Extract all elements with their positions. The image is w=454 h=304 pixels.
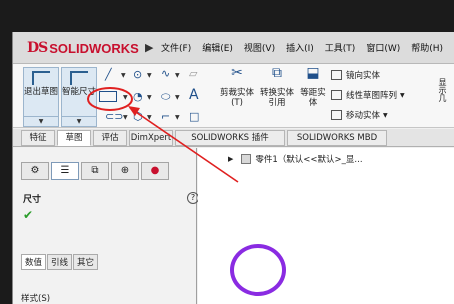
polygon-icon[interactable]: ⬡ (133, 110, 143, 123)
ok-check-icon[interactable]: ✔ (23, 208, 33, 222)
mirror-icon (331, 70, 342, 80)
tab-solidworks-addins[interactable]: SOLIDWORKS 插件 (175, 130, 285, 146)
move-entities-button[interactable]: 移动实体 ▼ (331, 109, 388, 121)
part-label: 零件1（默认<<默认>_显... (255, 155, 363, 165)
menu-insert[interactable]: 插入(I) (286, 41, 314, 54)
feature-tree-part[interactable]: ▶ 零件1（默认<<默认>_显... (228, 153, 363, 165)
ds-logo-mark: DS (27, 40, 48, 56)
exit-sketch-label: 退出草图 (24, 87, 59, 97)
command-manager-ribbon: 退出草图 ▼ 智能尺寸 ▼ ╱ ▼ ⊙ ▼ ∿ ▼ ▱ ▼ ◔ ▼ ⬭ ▼ A … (13, 64, 454, 128)
offset-label: 等距实体 (300, 88, 326, 108)
part-icon (241, 154, 252, 164)
trim-icon: ✂ (231, 65, 243, 81)
tab-solidworks-mbd[interactable]: SOLIDWORKS MBD (287, 130, 387, 146)
menu-file[interactable]: 文件(F) (161, 41, 191, 54)
display-relations-label: 显示几 (438, 78, 447, 102)
display-manager-icon[interactable]: ● (141, 162, 169, 180)
menu-tools[interactable]: 工具(T) (325, 41, 356, 54)
convert-label: 转换实体引用 (259, 88, 294, 108)
ellipse-icon[interactable]: ⬭ (161, 90, 170, 104)
smart-dimension-icon (70, 71, 88, 85)
chevron-down-icon[interactable]: ▼ (147, 72, 152, 79)
linear-pattern-button[interactable]: 线性草图阵列 ▼ (331, 89, 405, 101)
chevron-down-icon[interactable]: ▼ (400, 92, 405, 99)
linear-pattern-icon (331, 90, 342, 100)
chevron-down-icon[interactable]: ▼ (147, 94, 152, 101)
rectangle-button[interactable]: ▼ (91, 88, 135, 106)
offset-icon: ⬓ (306, 65, 320, 81)
plane-icon[interactable]: ▱ (189, 67, 197, 80)
exit-sketch-icon (32, 71, 50, 85)
style-section-label[interactable]: 样式(S) (21, 292, 50, 304)
chevron-down-icon[interactable]: ▼ (123, 94, 128, 101)
brand-name: SOLIDWORKS (49, 40, 139, 56)
offset-entities-button[interactable]: ⬓ 等距实体 (297, 65, 329, 108)
subtab-leaders[interactable]: 引线 (47, 254, 73, 270)
command-tabs: 特征 草图 评估 DimXpert SOLIDWORKS 插件 SOLIDWOR… (13, 129, 454, 147)
chevron-down-icon[interactable]: ▼ (383, 112, 388, 119)
manager-tabs: ⚙ ☰ ⧉ ⊕ ● (21, 162, 171, 180)
text-icon[interactable]: A (189, 87, 199, 103)
mirror-label: 镜向实体 (346, 71, 381, 81)
spline-icon[interactable]: ∿ (161, 67, 170, 80)
chevron-down-icon[interactable]: ▼ (24, 116, 58, 126)
chevron-down-icon[interactable]: ▼ (175, 114, 180, 121)
move-label: 移动实体 (346, 111, 381, 121)
rectangle-icon (99, 91, 117, 102)
display-relations-button[interactable]: 显示几 (431, 78, 453, 105)
chevron-down-icon[interactable]: ▼ (62, 116, 96, 126)
menu-bar: 文件(F) 编辑(E) 视图(V) 插入(I) 工具(T) 窗口(W) 帮助(H… (161, 41, 454, 54)
feature-manager-icon[interactable]: ⚙ (21, 162, 49, 180)
move-icon (331, 110, 342, 120)
watermark-logo: A (230, 244, 286, 296)
convert-entities-button[interactable]: ⧉ 转换实体引用 (257, 65, 297, 108)
chevron-down-icon[interactable]: ▼ (121, 72, 126, 79)
mirror-entities-button[interactable]: 镜向实体 (331, 69, 380, 81)
watermark-title: 设计学徒 (292, 249, 413, 282)
chevron-down-icon[interactable]: ▼ (175, 72, 180, 79)
subtab-other[interactable]: 其它 (73, 254, 99, 270)
configuration-manager-icon[interactable]: ⧉ (81, 162, 109, 180)
tab-features[interactable]: 特征 (21, 130, 55, 146)
fillet-icon[interactable]: ⌐ (161, 110, 170, 123)
chevron-down-icon[interactable]: ▼ (123, 114, 128, 121)
title-bar: DS SOLIDWORKS ▶ 文件(F) 编辑(E) 视图(V) 插入(I) … (13, 32, 454, 64)
slot-icon[interactable]: ⊂⊃ (105, 110, 123, 123)
line-icon[interactable]: ╱ (105, 68, 112, 81)
exit-sketch-button[interactable]: 退出草图 ▼ (23, 67, 59, 127)
point-icon[interactable]: □ (189, 110, 199, 123)
linear-pattern-label: 线性草图阵列 (346, 91, 398, 101)
arc-icon[interactable]: ◔ (133, 90, 143, 103)
convert-icon: ⧉ (272, 65, 282, 81)
watermark-subtitle: 来和我们一起学设计 (294, 285, 403, 295)
panel-title: 尺寸 (23, 195, 42, 205)
logo-arrow-icon[interactable]: ▶ (145, 41, 153, 54)
dimension-subtabs: 数值 引线 其它 (21, 254, 99, 270)
trim-entities-button[interactable]: ✂ 剪裁实体(T) (219, 65, 255, 108)
menu-help[interactable]: 帮助(H) (411, 41, 443, 54)
subtab-value[interactable]: 数值 (21, 254, 47, 270)
property-manager-panel: ⚙ ☰ ⧉ ⊕ ● 尺寸 ? ✔ 数值 引线 其它 样式(S) (13, 148, 199, 304)
tab-evaluate[interactable]: 评估 (93, 130, 127, 146)
menu-view[interactable]: 视图(V) (244, 41, 275, 54)
chevron-down-icon[interactable]: ▼ (175, 94, 180, 101)
watermark: A 设计学徒 来和我们一起学设计 (230, 238, 440, 300)
circle-icon[interactable]: ⊙ (133, 68, 142, 81)
expand-caret-icon[interactable]: ▶ (228, 155, 233, 163)
solidworks-logo[interactable]: DS SOLIDWORKS (27, 38, 139, 58)
dimxpert-manager-icon[interactable]: ⊕ (111, 162, 139, 180)
tab-sketch[interactable]: 草图 (57, 130, 91, 146)
trim-label: 剪裁实体(T) (219, 88, 254, 108)
tab-dimxpert[interactable]: DimXpert (129, 130, 173, 146)
property-manager-icon[interactable]: ☰ (51, 162, 79, 180)
menu-edit[interactable]: 编辑(E) (202, 41, 233, 54)
chevron-down-icon[interactable]: ▼ (147, 114, 152, 121)
menu-window[interactable]: 窗口(W) (366, 41, 400, 54)
watermark-letter: A (248, 255, 268, 285)
